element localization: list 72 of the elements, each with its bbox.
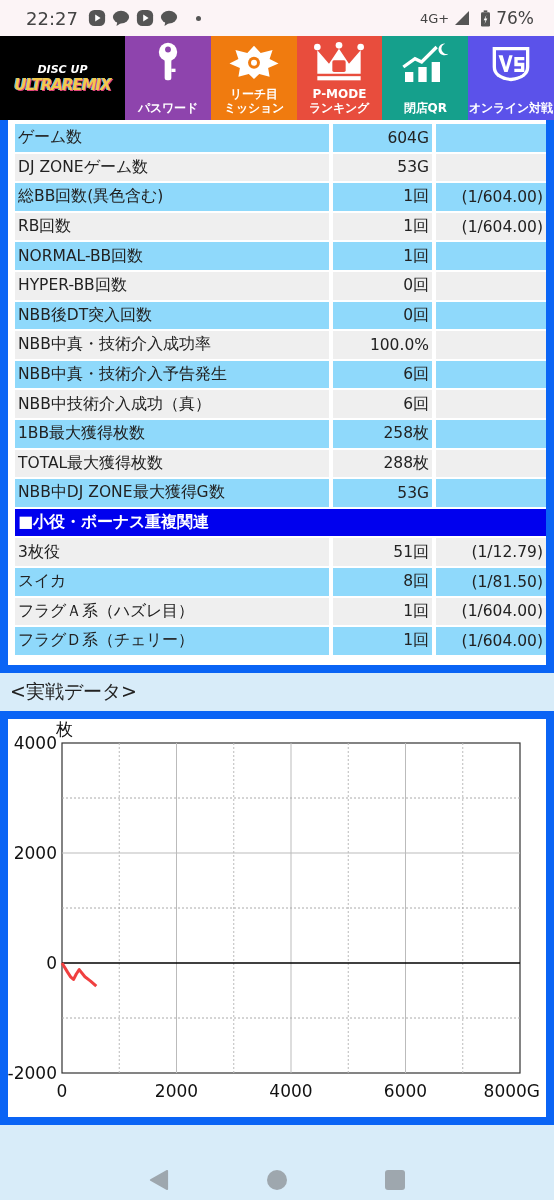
table-cell: 100.0%	[333, 331, 432, 359]
table-cell: 総BB回数(異色含む)	[15, 183, 329, 211]
table-cell: DJ ZONEゲーム数	[15, 153, 329, 182]
table-cell: フラグＡ系（ハズレ目）	[15, 597, 329, 626]
table-cell: 1回	[333, 597, 432, 626]
table-cell: NBB中真・技術介入成功率	[15, 331, 329, 359]
table-cell: (1/12.79)	[436, 538, 546, 566]
table-cell: (1/604.00)	[436, 212, 546, 241]
table-cell: 604G	[333, 124, 432, 152]
table-cell: (1/604.00)	[436, 183, 546, 211]
table-cell: 3枚役	[15, 538, 329, 566]
table-cell: 0回	[333, 301, 432, 330]
play-icon	[87, 9, 106, 27]
axis-label: 8000G	[483, 1080, 540, 1101]
table-cell: 1回	[333, 242, 432, 270]
table-cell: NBB後DT突入回数	[15, 301, 329, 330]
play-icon	[135, 9, 154, 27]
table-cell: ゲーム数	[15, 124, 329, 152]
table-cell: 288枚	[333, 449, 432, 478]
app-logo[interactable]: DISC UP ULTRAREMIX	[0, 36, 125, 120]
network-type: 4G+	[419, 10, 450, 26]
menu-tile[interactable]: パスワード	[125, 36, 211, 120]
table-cell: 8回	[333, 567, 432, 596]
table-cell: (1/604.00)	[436, 627, 546, 655]
table-cell: 1回	[333, 212, 432, 241]
dot-icon	[195, 15, 201, 21]
axis-label: 4000	[269, 1080, 313, 1101]
table-cell: フラグＤ系（チェリー）	[15, 627, 329, 655]
table-cell: 53G	[333, 153, 432, 182]
menu-tile[interactable]: リーチ目 ミッション	[210, 36, 297, 120]
battery-icon	[481, 9, 491, 27]
table-cell: 6回	[333, 360, 432, 389]
table-cell: NBB中真・技術介入予告発生	[15, 360, 329, 389]
table-cell: 0回	[333, 271, 432, 300]
table-cell: 1回	[333, 183, 432, 211]
table-cell: 6回	[333, 390, 432, 418]
chat-icon	[111, 9, 130, 27]
axis-label: 2000	[154, 1080, 199, 1101]
axis-label: -2000	[8, 1062, 57, 1083]
table-cell: TOTAL最大獲得枚数	[15, 449, 329, 478]
table-cell: 1回	[333, 627, 432, 655]
menu-tile[interactable]: 閉店QR	[382, 36, 469, 120]
axis-title: 枚	[56, 718, 73, 739]
axis-label: 2000	[13, 842, 57, 863]
table-cell: (1/81.50)	[436, 567, 546, 596]
chat-icon	[159, 9, 178, 27]
menu-tile[interactable]: オンライン対戦	[468, 36, 554, 120]
table-cell: RB回数	[15, 212, 329, 241]
overview-icon[interactable]	[385, 1169, 405, 1190]
section-title: <実戦データ>	[9, 678, 138, 704]
table-cell: 1BB最大獲得枚数	[15, 419, 329, 448]
table-cell: 51回	[333, 538, 432, 566]
section-header: ■小役・ボーナス重複関連	[15, 506, 546, 537]
table-cell: NBB中DJ ZONE最大獲得G数	[15, 479, 329, 507]
clock: 22:27	[26, 7, 78, 29]
table-cell: 53G	[333, 479, 432, 507]
axis-label: 6000	[383, 1080, 428, 1101]
axis-label: 0	[46, 952, 57, 973]
table-cell: (1/604.00)	[436, 597, 546, 626]
table-cell: NBB中技術介入成功（真）	[15, 390, 329, 418]
back-icon[interactable]	[149, 1169, 169, 1190]
table-cell: HYPER-BB回数	[15, 271, 329, 300]
table-cell: NORMAL-BB回数	[15, 242, 329, 270]
signal-icon	[455, 11, 470, 25]
battery-level: 76%	[496, 8, 534, 28]
table-cell: 258枚	[333, 419, 432, 448]
table-cell: スイカ	[15, 567, 329, 596]
axis-label: 0	[56, 1080, 68, 1101]
axis-label: 4000	[13, 732, 57, 753]
home-icon[interactable]	[267, 1169, 287, 1190]
crown-icon	[313, 42, 366, 82]
menu-tile[interactable]: P-MODE ランキング	[296, 36, 383, 120]
